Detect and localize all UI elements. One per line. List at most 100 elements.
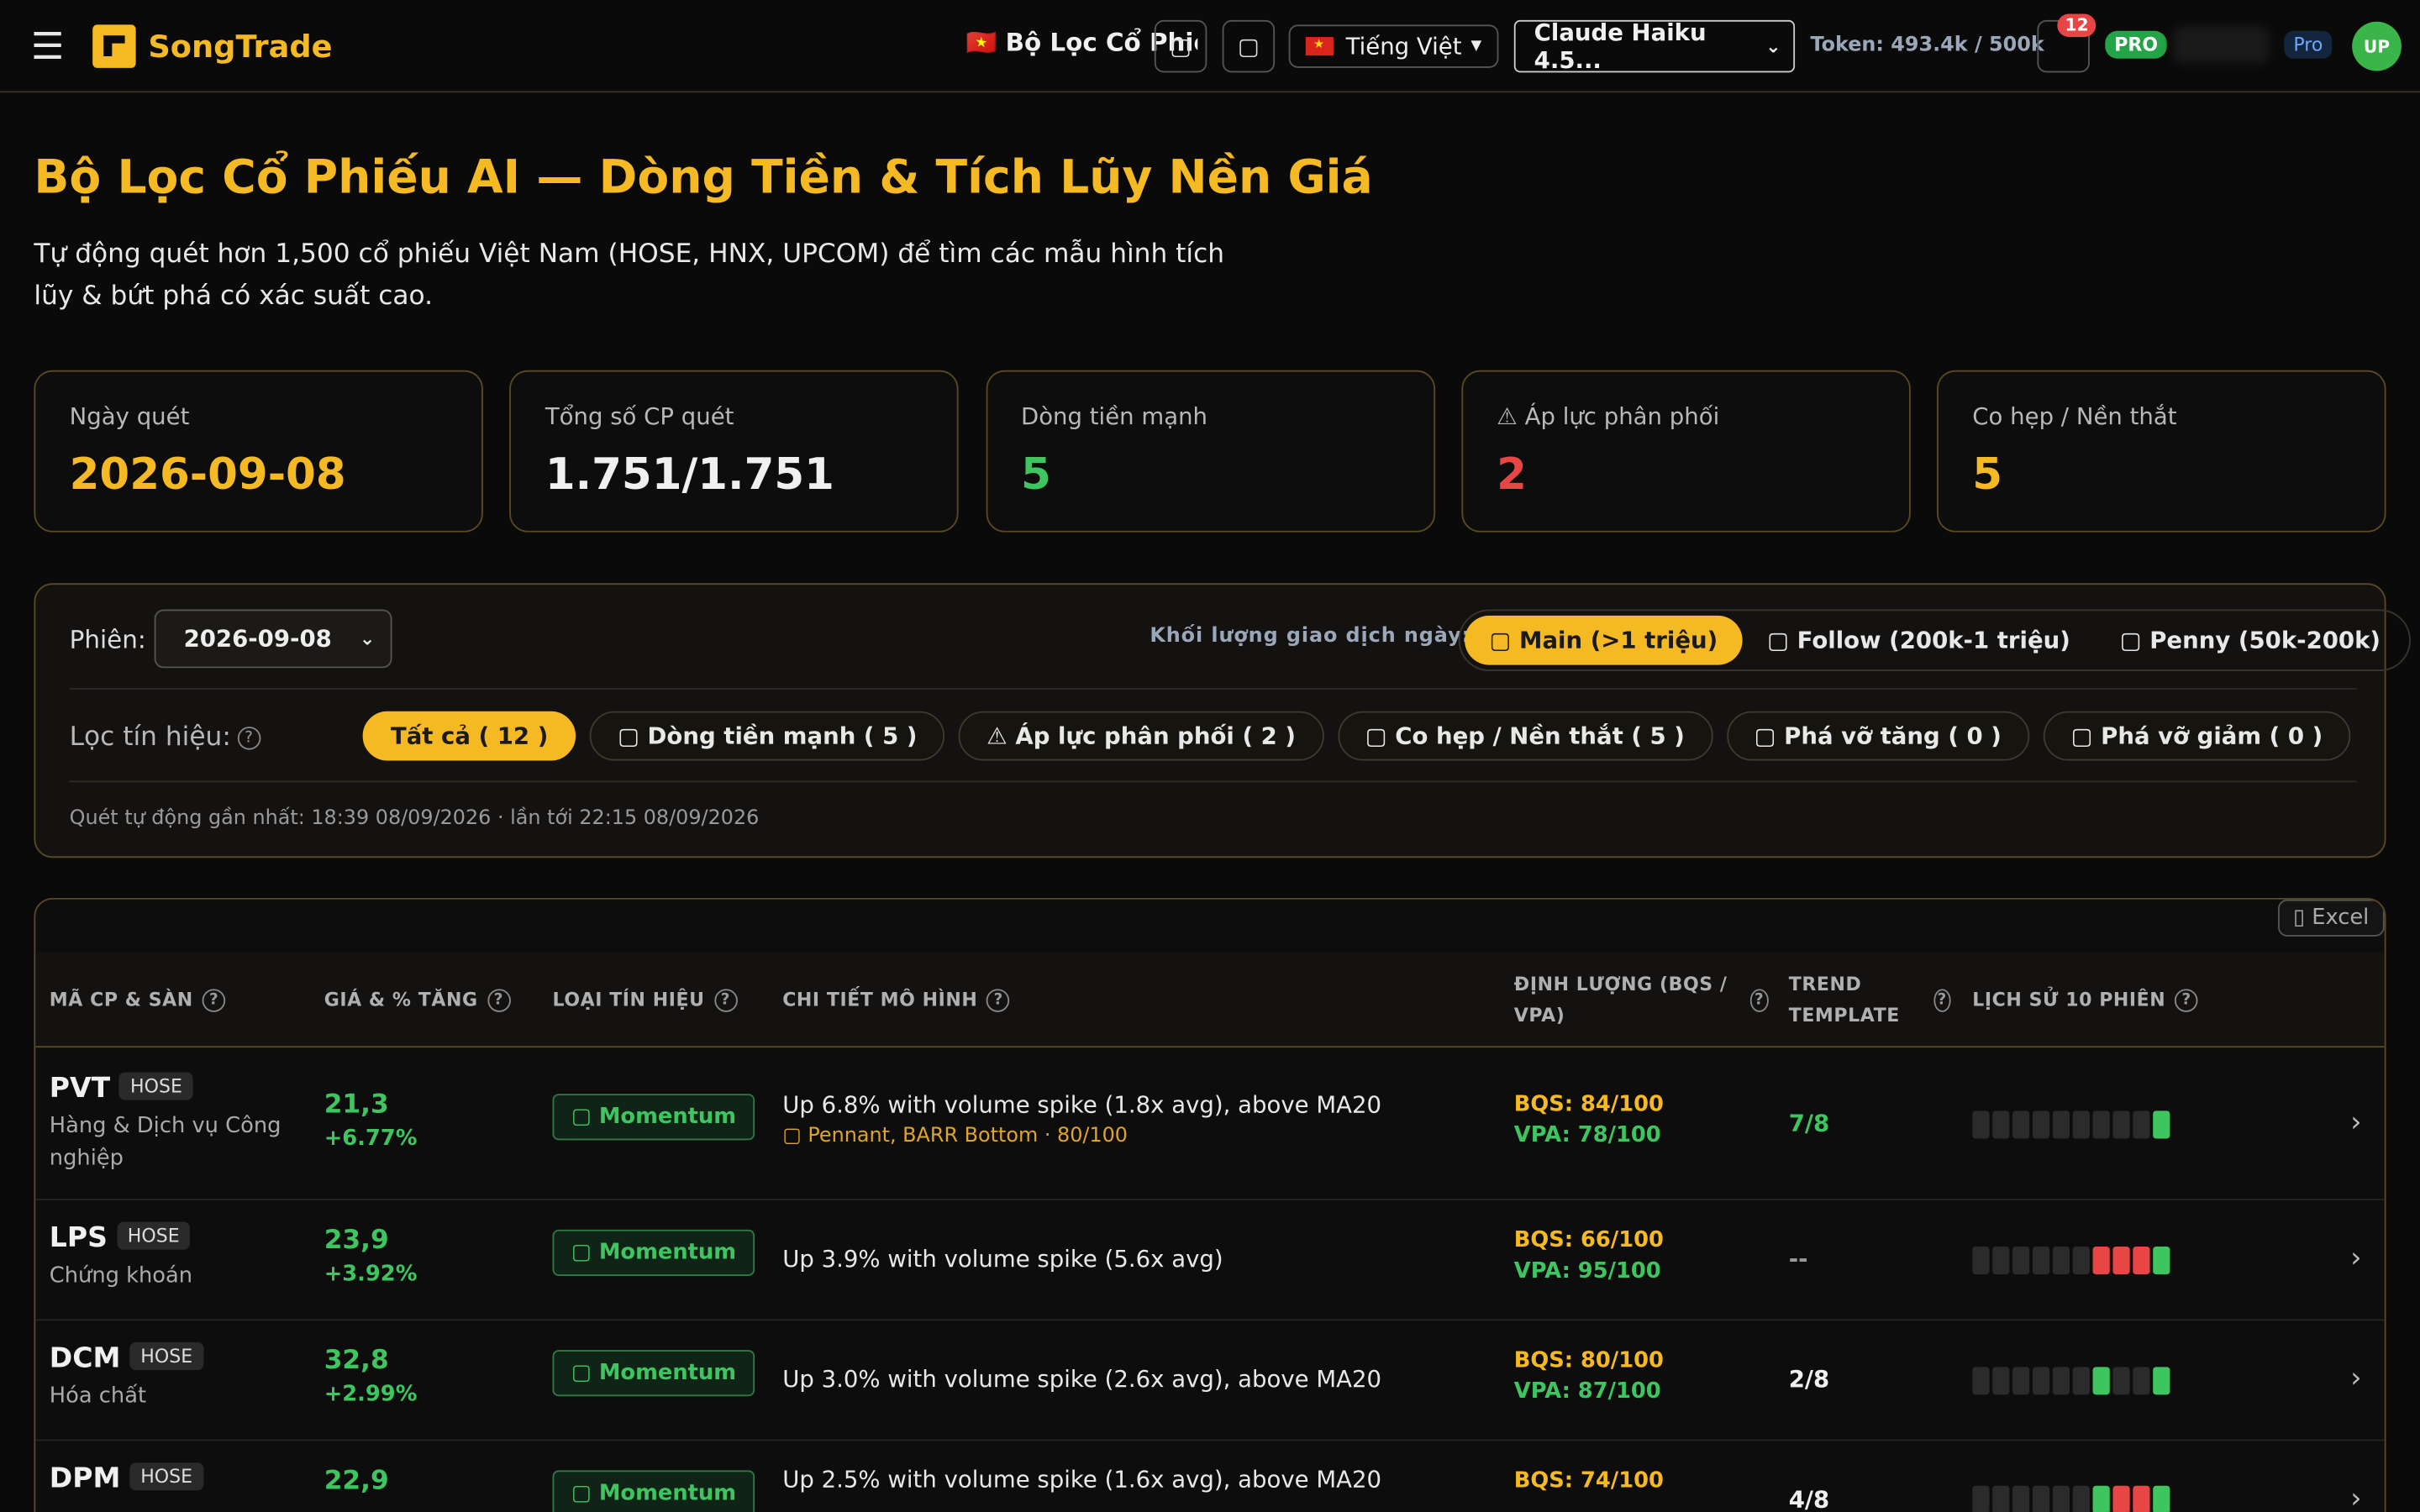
help-icon[interactable]: ?: [237, 726, 260, 749]
signal-cell: ▢ Momentum: [552, 1229, 755, 1276]
volume-option-0[interactable]: ▢ Main (>1 triệu): [1465, 615, 1743, 665]
history-bar: [1972, 1110, 1990, 1138]
quant-cell: BQS: 80/100 VPA: 87/100: [1514, 1348, 1664, 1404]
theme-button[interactable]: ▢: [1222, 19, 1276, 73]
notification-count-badge: 12: [2057, 13, 2096, 38]
help-icon[interactable]: ?: [1933, 988, 1951, 1011]
bqs-score: BQS: 80/100: [1513, 1348, 1664, 1373]
language-select[interactable]: Tiếng Việt ▼: [1288, 24, 1499, 68]
stat-card-label: ⚠ Áp lực phân phối: [1497, 402, 1720, 431]
ticker-symbol[interactable]: DCM: [50, 1342, 121, 1375]
session-select[interactable]: 2026-09-08 ⌄: [154, 609, 392, 669]
history-bar: [2072, 1110, 2090, 1138]
column-header: CHI TIẾT MÔ HÌNH?: [782, 952, 1492, 1047]
sector-label: Chứng khoán: [49, 1263, 193, 1289]
stat-card: Tổng số CP quét 1.751/1.751: [509, 370, 960, 533]
history-bar: [2133, 1110, 2150, 1138]
percent-change: +2.99%: [324, 1382, 418, 1408]
help-icon[interactable]: ?: [1749, 988, 1769, 1011]
column-header: LỊCH SỬ 10 PHIÊN?: [1972, 952, 2281, 1047]
stat-card-value: 2026-09-08: [69, 449, 346, 501]
scan-note: Quét tự động gần nhất: 18:39 08/09/2026 …: [69, 806, 760, 831]
price-cell: 23,9 +3.92%: [324, 1225, 418, 1286]
square-icon: ▢: [1237, 32, 1260, 60]
history-bar: [1972, 1247, 1990, 1275]
stat-card-label: Ngày quét: [69, 402, 190, 431]
chevron-down-icon: ⌄: [1765, 35, 1781, 57]
token-usage: Token: 493.4k / 500k: [1810, 34, 2044, 57]
column-header: LOẠI TÍN HIỆU?: [553, 952, 769, 1047]
stat-card: Co hẹp / Nền thắt 5: [1937, 370, 2386, 533]
signal-chip-0[interactable]: Tất cả ( 12 ): [362, 711, 576, 761]
file-icon: ▯: [2292, 906, 2312, 931]
history-bar: [2112, 1485, 2130, 1512]
ticker-symbol[interactable]: LPS: [50, 1222, 108, 1255]
help-icon[interactable]: ?: [2175, 988, 2198, 1011]
price-value: 32,8: [324, 1345, 389, 1377]
history-bar: [1992, 1367, 2010, 1395]
column-header-label: MÃ CP & SÀN: [49, 989, 193, 1011]
price-value: 23,9: [324, 1225, 389, 1257]
help-icon[interactable]: ?: [487, 988, 511, 1011]
table-row[interactable]: DCM HOSE Hóa chất 32,8 +2.99% ▢ Momentum Up 3.…: [35, 1320, 2385, 1441]
signal-chip-4[interactable]: ▢ Phá vỡ tăng ( 0 ): [1726, 711, 2029, 761]
column-header-label: CHI TIẾT MÔ HÌNH: [782, 989, 978, 1011]
signal-chip-1[interactable]: ▢ Dòng tiền mạnh ( 5 ): [589, 711, 945, 761]
help-icon[interactable]: ?: [202, 988, 226, 1011]
signal-cell: ▢ Momentum: [552, 1350, 755, 1397]
signal-chip-5[interactable]: ▢ Phá vỡ giảm ( 0 ): [2043, 711, 2351, 761]
ticker-symbol[interactable]: DPM: [50, 1462, 121, 1495]
detail-cell: Up 3.9% with volume spike (5.6x avg): [782, 1245, 1223, 1273]
chevron-right-icon[interactable]: ›: [2350, 1242, 2361, 1275]
model-select[interactable]: Claude Haiku 4.5... ⌄: [1513, 18, 1796, 75]
history-bar: [2133, 1247, 2150, 1275]
model-label: Claude Haiku 4.5...: [1534, 18, 1707, 75]
brand-logo[interactable]: SongTrade: [92, 24, 333, 67]
vietnam-flag-icon: [1305, 37, 1334, 56]
price-cell: 32,8 +2.99%: [324, 1346, 418, 1407]
signal-chip-2[interactable]: ⚠ Áp lực phân phối ( 2 ): [959, 711, 1324, 761]
fullscreen-button[interactable]: ▢: [1154, 19, 1207, 73]
history-bar: [1972, 1367, 1990, 1395]
ticker-symbol[interactable]: PVT: [50, 1073, 110, 1105]
history-bar: [2032, 1367, 2050, 1395]
volume-option-2[interactable]: ▢ Penny (50k-200k): [2095, 616, 2405, 665]
ticker-cell: PVT HOSE Hàng & Dịch vụ Công nghiệp: [50, 1072, 297, 1176]
history-bar: [2112, 1110, 2130, 1138]
volume-option-1[interactable]: ▢ Follow (200k-1 triệu): [1743, 616, 2096, 665]
price-cell: 22,9: [324, 1466, 389, 1497]
avatar[interactable]: UP: [2352, 21, 2402, 71]
chevron-right-icon[interactable]: ›: [2350, 1362, 2361, 1395]
signal-tag: ▢ Momentum: [552, 1470, 755, 1512]
history-bars: [1972, 1367, 2170, 1395]
pattern-detail: Up 3.0% with volume spike (2.6x avg), ab…: [782, 1365, 1382, 1394]
pro-badge: PRO: [2105, 30, 2168, 59]
column-header: ĐỊNH LƯỢNG (BQS / VPA)?: [1514, 952, 1769, 1047]
export-excel-button[interactable]: ▯ Excel: [2277, 899, 2385, 937]
percent-change: +6.77%: [324, 1126, 418, 1152]
chevron-right-icon[interactable]: ›: [2350, 1483, 2361, 1512]
chevron-right-icon[interactable]: ›: [2350, 1105, 2361, 1138]
language-label: Tiếng Việt: [1345, 32, 1462, 60]
session-label: Phiên:: [69, 624, 146, 654]
signal-chip-3[interactable]: ▢ Co hẹp / Nền thắt ( 5 ): [1337, 711, 1712, 761]
table-row[interactable]: PVT HOSE Hàng & Dịch vụ Công nghiệp 21,3 +6.…: [35, 1047, 2385, 1200]
history-bar: [1992, 1110, 2010, 1138]
ticker-cell: DPM HOSE: [50, 1462, 203, 1495]
hamburger-icon[interactable]: ☰: [31, 24, 77, 66]
column-header-label: GIÁ & % TĂNG: [324, 989, 478, 1011]
history-bar: [2092, 1110, 2110, 1138]
history-bar: [1972, 1485, 1990, 1512]
vpa-score: VPA: 87/100: [1513, 1379, 1661, 1404]
volume-label: Khối lượng giao dịch ngày:: [1150, 624, 1471, 648]
help-icon[interactable]: ?: [713, 988, 738, 1011]
stat-card-label: Co hẹp / Nền thắt: [1972, 402, 2177, 431]
table-row[interactable]: DPM HOSE 22,9 ▢ Momentum Up 2.5% with volume…: [35, 1441, 2384, 1512]
table-row[interactable]: LPS HOSE Chứng khoán 23,9 +3.92% ▢ Momentum Up…: [35, 1200, 2385, 1321]
trend-template: --: [1788, 1245, 1808, 1273]
history-bar: [2112, 1367, 2130, 1395]
help-icon[interactable]: ?: [986, 988, 1010, 1011]
column-header: GIÁ & % TĂNG?: [324, 952, 540, 1047]
logo-icon: [92, 24, 136, 67]
trend-template: 4/8: [1788, 1485, 1830, 1512]
